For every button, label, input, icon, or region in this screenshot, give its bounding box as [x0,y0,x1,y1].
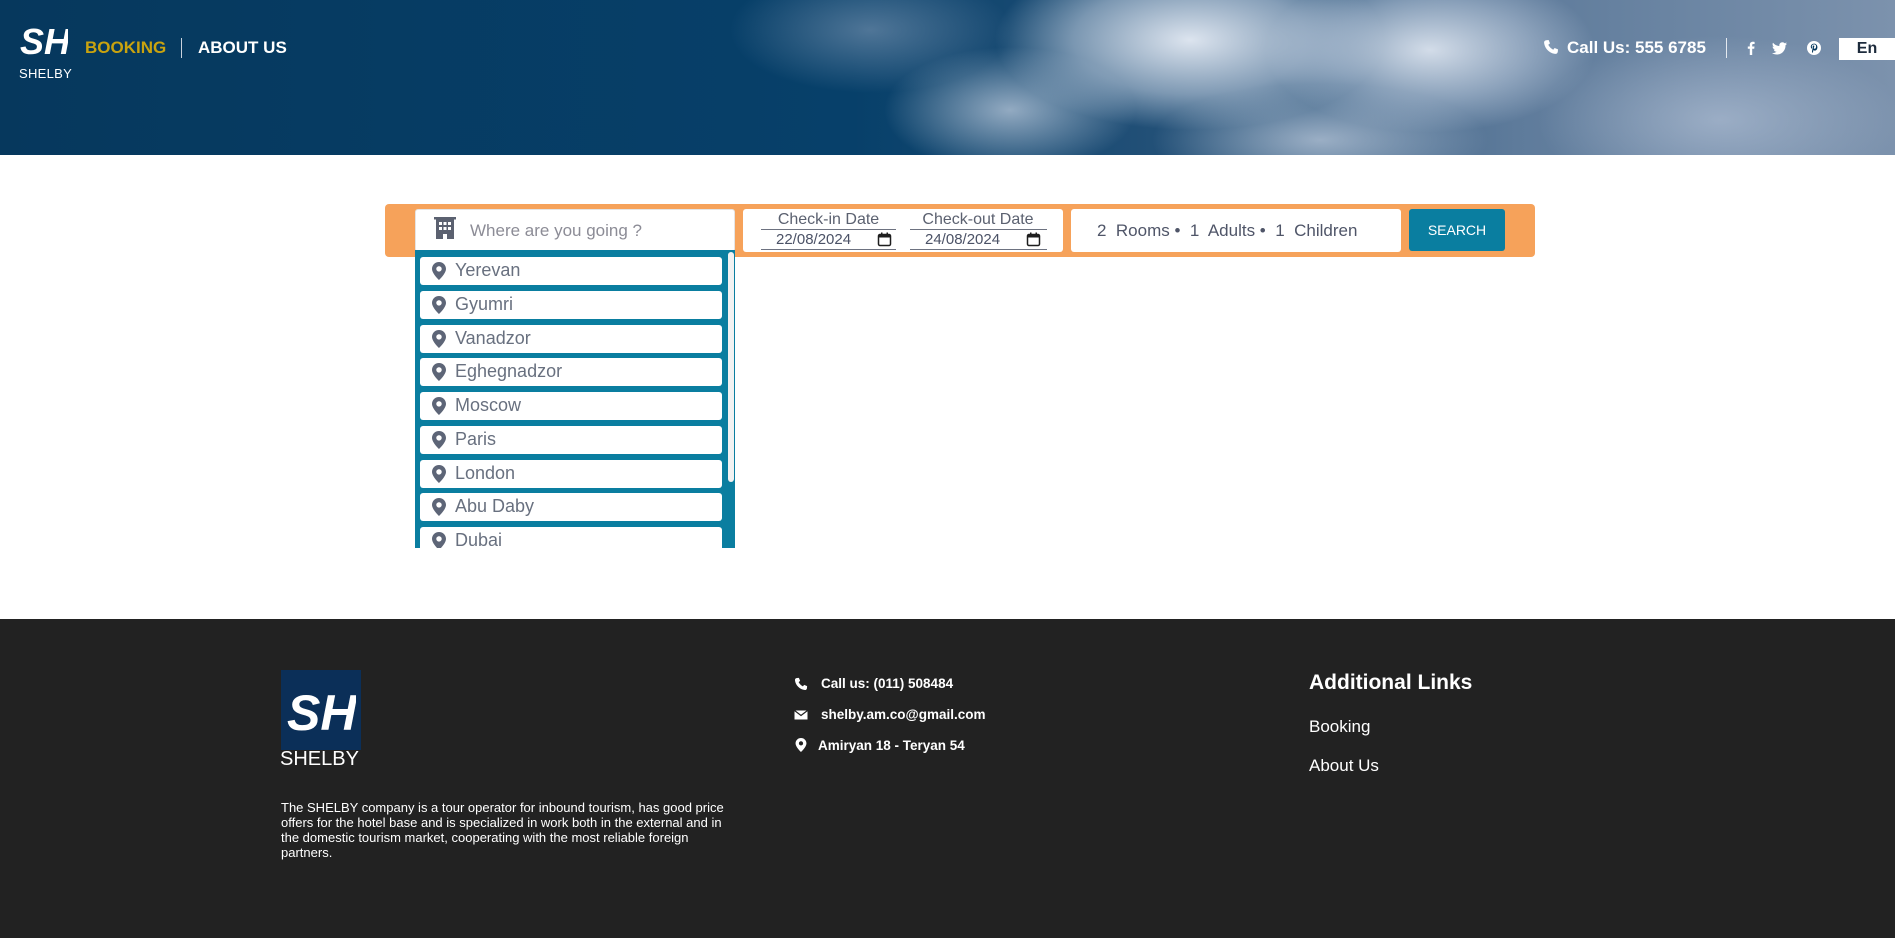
checkout-value[interactable]: 24/08/2024 [925,231,1000,248]
calendar-icon[interactable] [1026,232,1041,247]
checkout-label-underline [910,229,1047,230]
dropdown-scrollbar-thumb[interactable] [728,252,734,482]
location-pin-icon [432,363,446,381]
header-divider [1726,38,1727,58]
search-button[interactable]: SEARCH [1409,209,1505,251]
checkout-label: Check-out Date [922,211,1034,228]
location-pin-icon [432,397,446,415]
dropdown-item-vanadzor[interactable]: Vanadzor [420,325,722,353]
dropdown-item-abu-daby[interactable]: Abu Daby [420,493,722,521]
checkout-underline [910,249,1047,250]
footer-logo-icon: SH [287,686,356,734]
location-pin-icon [432,330,446,348]
footer-links-title: Additional Links [1309,671,1473,694]
dropdown-item-label: Vanadzor [455,328,531,348]
location-pin-icon [432,262,446,280]
footer [0,619,1895,938]
hotel-icon [434,217,456,239]
twitter-icon[interactable] [1772,40,1788,56]
location-pin-icon [432,498,446,516]
nav-about-us[interactable]: ABOUT US [198,38,287,58]
footer-link-booking[interactable]: Booking [1309,717,1370,737]
logo-text: SHELBY [19,66,73,81]
location-pin-icon [432,431,446,449]
pinterest-icon[interactable] [1806,40,1822,56]
footer-description: The SHELBY company is a tour operator fo… [281,800,724,860]
checkin-label: Check-in Date [777,211,880,228]
dropdown-item-moscow[interactable]: Moscow [420,392,722,420]
dropdown-item-eghegnadzor[interactable]: Eghegnadzor [420,358,722,386]
destination-input[interactable] [470,218,725,244]
footer-address: Amiryan 18 - Teryan 54 [818,738,965,753]
dropdown-item-label: Moscow [455,395,522,415]
call-us-text: Call Us: 555 6785 [1567,38,1706,57]
svg-text:SH: SH [20,22,68,58]
email-icon [794,710,808,720]
dropdown-item-yerevan[interactable]: Yerevan [420,257,722,285]
nav-divider [181,38,182,58]
location-pin-icon [432,296,446,314]
footer-phone: Call us: (011) 508484 [821,676,954,691]
svg-text:SH: SH [287,686,356,734]
footer-email[interactable]: shelby.am.co@gmail.com [821,707,985,722]
footer-logo-text: SHELBY [280,748,359,770]
guests-summary[interactable]: 2 Rooms • 1 Adults • 1 Children [1097,221,1357,241]
facebook-icon[interactable] [1743,40,1759,56]
header-banner: SH SHELBY BOOKING ABOUT US Call Us: 555 … [0,0,1895,155]
footer-link-about-us[interactable]: About Us [1309,756,1379,776]
dropdown-item-paris[interactable]: Paris [420,426,722,454]
dropdown-item-label: Paris [455,429,497,449]
logo-icon[interactable]: SH [20,22,68,58]
destination-dropdown: Yerevan Gyumri Vanadzor Eghegnadzor Mosc… [415,250,735,548]
language-button[interactable]: En [1839,38,1895,60]
location-pin-icon [432,465,446,483]
checkin-value[interactable]: 22/08/2024 [776,231,851,248]
dropdown-item-label: Abu Daby [455,496,535,516]
checkin-underline [761,249,896,250]
phone-icon [1544,40,1558,54]
phone-icon [794,677,808,691]
nav-booking[interactable]: BOOKING [85,38,166,58]
calendar-icon[interactable] [877,232,892,247]
location-pin-icon [432,532,446,548]
dropdown-item-label: London [455,463,516,483]
dropdown-item-label: Yerevan [455,260,521,280]
dropdown-item-label: Dubai [455,530,503,548]
dropdown-item-label: Eghegnadzor [455,361,563,381]
location-pin-icon [795,738,807,752]
checkin-label-underline [761,229,896,230]
dropdown-item-label: Gyumri [455,294,513,314]
dropdown-item-london[interactable]: London [420,460,722,488]
dropdown-item-gyumri[interactable]: Gyumri [420,291,722,319]
dropdown-item-dubai[interactable]: Dubai [420,527,722,548]
